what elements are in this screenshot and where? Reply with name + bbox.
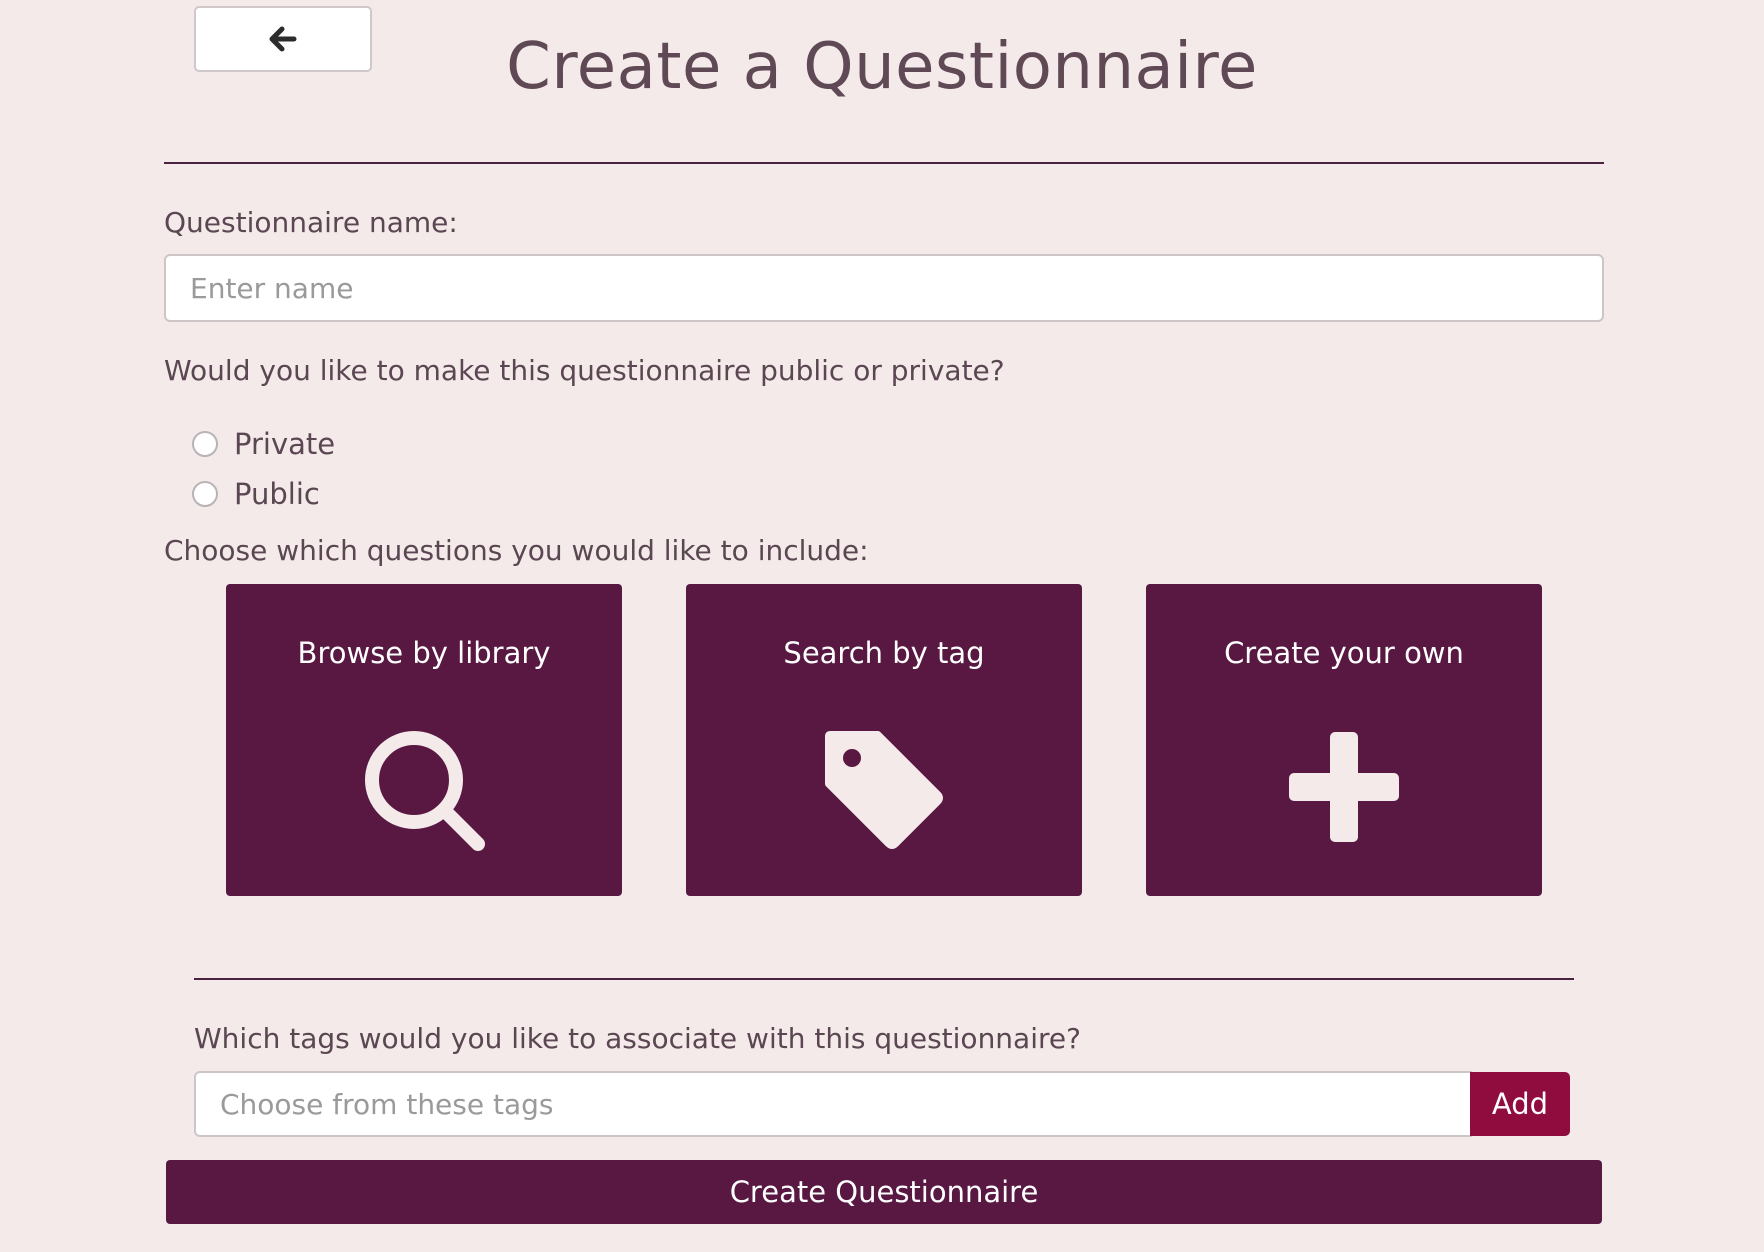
radio-public[interactable]: Public — [192, 477, 320, 511]
name-label: Questionnaire name: — [164, 206, 458, 239]
add-tag-button[interactable]: Add — [1470, 1072, 1570, 1136]
radio-label-private: Private — [234, 427, 336, 461]
questions-prompt: Choose which questions you would like to… — [164, 534, 869, 567]
divider — [194, 978, 1574, 980]
radio-button-private[interactable] — [192, 431, 218, 457]
divider — [164, 162, 1604, 164]
visibility-question: Would you like to make this questionnair… — [164, 354, 1005, 387]
plus-icon — [1289, 732, 1399, 842]
create-questionnaire-button[interactable]: Create Questionnaire — [166, 1160, 1602, 1224]
name-input[interactable] — [164, 254, 1604, 322]
search-by-tag-card[interactable]: Search by tag — [686, 584, 1082, 896]
radio-button-public[interactable] — [192, 481, 218, 507]
tags-question: Which tags would you like to associate w… — [194, 1022, 1081, 1055]
page-title: Create a Questionnaire — [506, 30, 1258, 104]
browse-by-library-card[interactable]: Browse by library — [226, 584, 622, 896]
radio-label-public: Public — [234, 477, 320, 511]
create-your-own-card[interactable]: Create your own — [1146, 584, 1542, 896]
radio-private[interactable]: Private — [192, 427, 335, 461]
search-icon — [365, 731, 485, 851]
card-title-browse: Browse by library — [297, 636, 551, 670]
tag-icon — [825, 731, 943, 849]
card-title-create: Create your own — [1224, 636, 1464, 670]
tags-input[interactable] — [194, 1071, 1472, 1137]
card-title-tag: Search by tag — [783, 636, 985, 670]
